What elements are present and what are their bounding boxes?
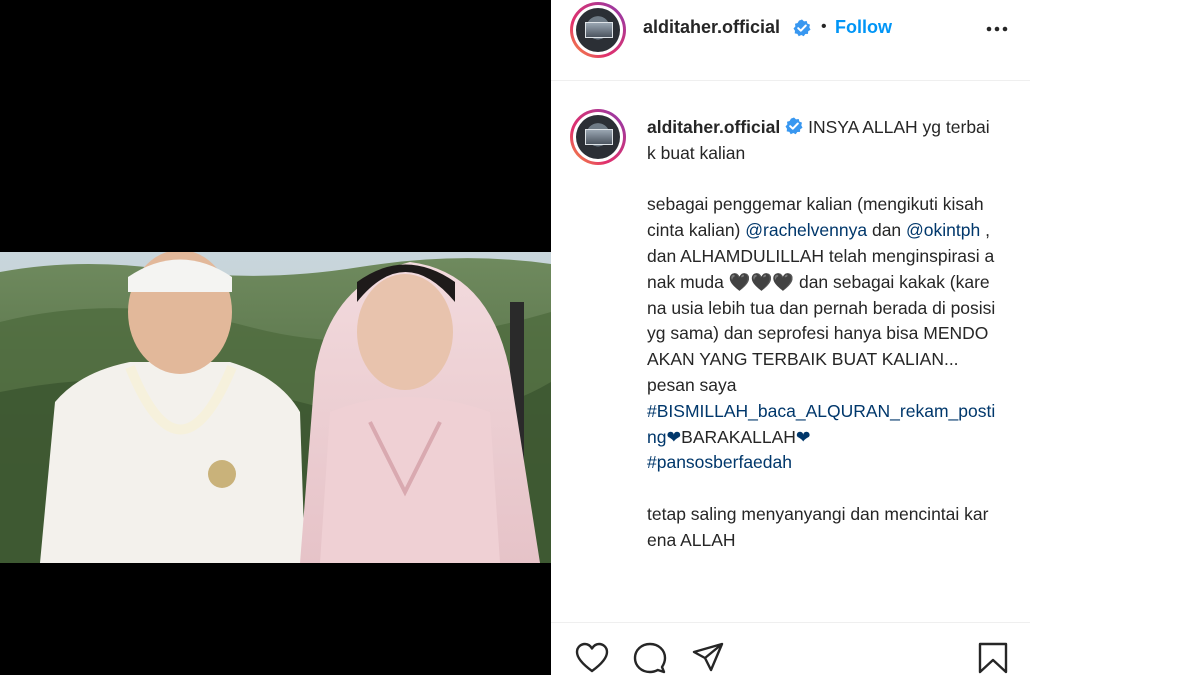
- post-caption: alditaher.official INSYA ALLAH yg terbai…: [647, 115, 997, 554]
- post-header: alditaher.official • Follow: [551, 0, 1030, 81]
- follow-button[interactable]: Follow: [835, 17, 892, 38]
- caption-paragraph4: tetap saling menyanyangi dan mencintai k…: [647, 503, 989, 550]
- caption-username[interactable]: alditaher.official: [647, 117, 780, 137]
- separator-dot: •: [821, 18, 827, 35]
- verified-badge-icon: [785, 117, 803, 135]
- caption-paragraph3-b: BARAKALLAH: [681, 426, 796, 447]
- caption-avatar[interactable]: [570, 109, 626, 165]
- bookmark-icon[interactable]: [976, 641, 1010, 675]
- actions-divider: [551, 622, 1030, 623]
- more-options-icon[interactable]: [985, 24, 1009, 34]
- header-username[interactable]: alditaher.official: [643, 17, 780, 38]
- post-media-pane: [0, 0, 551, 675]
- avatar-image: [576, 115, 620, 159]
- heart-icon[interactable]: [575, 641, 609, 675]
- caption-paragraph3-a: pesan saya: [647, 374, 737, 395]
- black-hearts-emoji: 🖤🖤🖤: [728, 271, 795, 292]
- navy-heart-emoji: ❤: [666, 426, 682, 447]
- post-side-panel: alditaher.official • Follow alditaher.of…: [551, 0, 1030, 675]
- profile-avatar[interactable]: [570, 2, 626, 58]
- navy-heart-emoji: ❤: [795, 426, 811, 447]
- comment-icon[interactable]: [633, 641, 667, 675]
- page-background-right: [1030, 0, 1200, 675]
- share-icon[interactable]: [691, 641, 725, 675]
- caption-paragraph2-b: dan: [867, 220, 907, 241]
- mention-rachelvennya[interactable]: @rachelvennya: [745, 220, 867, 240]
- hashtag-pansosberfaedah[interactable]: #pansosberfaedah: [647, 452, 792, 472]
- wedding-photo-image: [0, 252, 551, 563]
- avatar-image: [576, 8, 620, 52]
- mention-okintph[interactable]: @okintph: [906, 220, 980, 240]
- verified-badge-icon: [793, 19, 811, 37]
- post-photo[interactable]: [0, 252, 551, 563]
